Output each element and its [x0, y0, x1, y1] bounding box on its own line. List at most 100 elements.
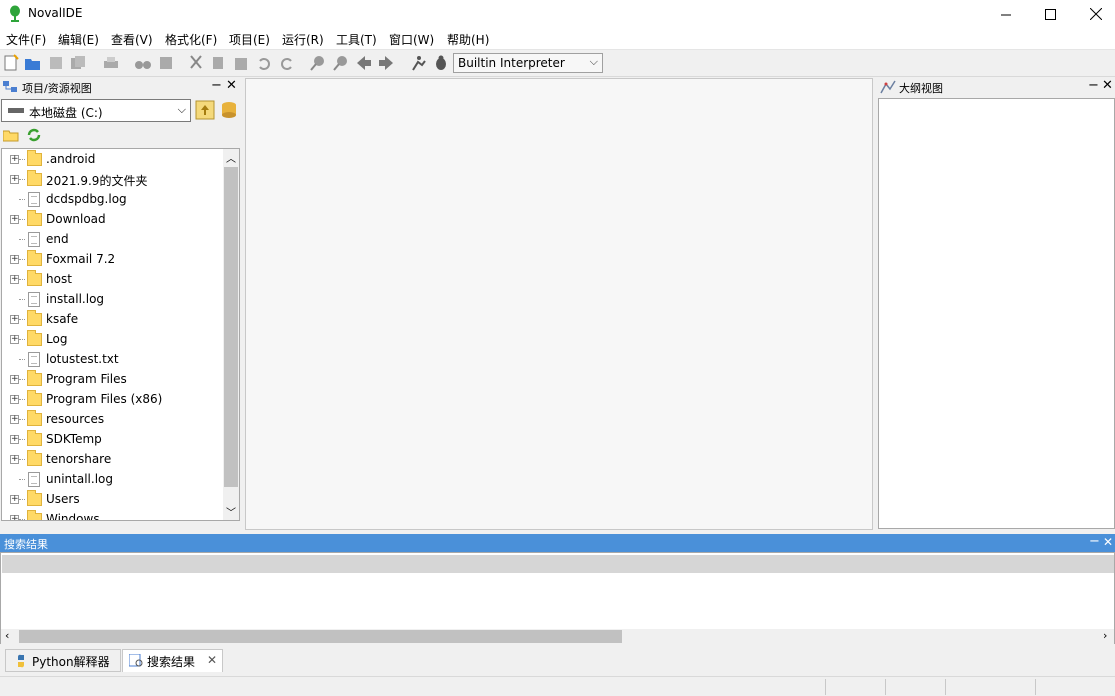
tree-row[interactable]: lotustest.txt — [2, 349, 224, 369]
run-icon[interactable] — [409, 54, 427, 72]
folder-icon — [27, 490, 42, 506]
expand-icon[interactable]: + — [10, 155, 19, 164]
tree-row[interactable]: + Log — [2, 329, 224, 349]
expand-icon[interactable]: + — [10, 515, 19, 520]
tree-row[interactable]: + host — [2, 269, 224, 289]
open-folder-icon[interactable] — [3, 128, 19, 142]
menu-run[interactable]: 运行(R) — [282, 31, 324, 48]
menu-help[interactable]: 帮助(H) — [447, 31, 489, 48]
tree-row[interactable]: + resources — [2, 409, 224, 429]
database-icon[interactable] — [219, 100, 239, 120]
save-icon[interactable] — [47, 54, 65, 72]
debug-icon[interactable] — [432, 54, 450, 72]
tab-search-results[interactable]: 搜索结果 ✕ — [122, 649, 223, 672]
panel-minimize-button[interactable]: − — [1089, 534, 1100, 549]
zoom-in-icon[interactable] — [309, 54, 327, 72]
horizontal-scroll-thumb[interactable] — [19, 630, 622, 643]
scroll-down-icon[interactable]: ﹀ — [226, 504, 236, 519]
tree-row[interactable]: + Users — [2, 489, 224, 509]
find-icon[interactable] — [134, 54, 152, 72]
drive-select[interactable]: 本地磁盘 (C:) ⌵ — [1, 99, 191, 122]
tree-row[interactable]: + Program Files (x86) — [2, 389, 224, 409]
interpreter-select[interactable]: Builtin Interpreter ⌵ — [453, 53, 603, 73]
panel-minimize-button[interactable]: − — [211, 78, 222, 93]
tree-connector — [19, 419, 25, 420]
forward-icon[interactable] — [377, 54, 395, 72]
tree-row[interactable]: + ksafe — [2, 309, 224, 329]
tree-row[interactable]: + .android — [2, 149, 224, 169]
tree-row[interactable]: + SDKTemp — [2, 429, 224, 449]
editor-area[interactable] — [245, 78, 873, 530]
menu-tools[interactable]: 工具(T) — [336, 31, 377, 48]
panel-minimize-button[interactable]: − — [1088, 78, 1099, 93]
tree-scroll-thumb[interactable] — [224, 167, 238, 487]
tree-label: Foxmail 7.2 — [46, 252, 116, 266]
expand-icon[interactable]: + — [10, 255, 19, 264]
tree-row[interactable]: dcdspdbg.log — [2, 189, 224, 209]
menu-view[interactable]: 查看(V) — [111, 31, 153, 48]
tree-row[interactable]: + Foxmail 7.2 — [2, 249, 224, 269]
scroll-right-icon[interactable]: › — [1103, 629, 1107, 642]
menu-project[interactable]: 项目(E) — [229, 31, 270, 48]
new-file-icon[interactable] — [2, 54, 20, 72]
scroll-left-icon[interactable]: ‹ — [5, 629, 9, 642]
tree-connector — [19, 379, 25, 380]
folder-icon — [27, 410, 42, 426]
file-icon — [28, 232, 40, 247]
menu-window[interactable]: 窗口(W) — [389, 31, 434, 48]
tree-connector — [19, 199, 25, 200]
horizontal-scrollbar[interactable]: ‹ › — [1, 629, 1114, 644]
close-button[interactable] — [1073, 0, 1115, 28]
tree-row[interactable]: + Program Files — [2, 369, 224, 389]
zoom-out-icon[interactable] — [332, 54, 350, 72]
search-results-view[interactable]: ‹ › — [0, 552, 1115, 644]
maximize-button[interactable] — [1027, 0, 1073, 28]
tab-python-interpreter[interactable]: Python解释器 — [5, 649, 121, 672]
copy-icon[interactable] — [210, 54, 228, 72]
expand-icon[interactable]: + — [10, 395, 19, 404]
paste-icon[interactable] — [232, 54, 250, 72]
expand-icon[interactable]: + — [10, 495, 19, 504]
open-file-icon[interactable] — [24, 54, 42, 72]
tree-scrollbar[interactable]: ︿ ﹀ — [223, 149, 239, 520]
tree-row[interactable]: +2021.9.9的文件夹 — [2, 169, 224, 189]
expand-icon[interactable]: + — [10, 335, 19, 344]
tree-row[interactable]: + tenorshare — [2, 449, 224, 469]
panel-close-button[interactable]: ✕ — [1102, 78, 1113, 93]
expand-icon[interactable]: + — [10, 455, 19, 464]
menu-file[interactable]: 文件(F) — [6, 31, 46, 48]
scroll-up-icon[interactable]: ︿ — [226, 150, 236, 165]
panel-close-button[interactable]: ✕ — [226, 78, 237, 93]
print-icon[interactable] — [102, 54, 120, 72]
back-icon[interactable] — [355, 54, 373, 72]
find-in-files-icon[interactable] — [157, 54, 175, 72]
tree-row[interactable]: end — [2, 229, 224, 249]
go-up-icon[interactable] — [195, 100, 215, 120]
expand-icon[interactable]: + — [10, 275, 19, 284]
tree-row[interactable]: unintall.log — [2, 469, 224, 489]
tree-row[interactable]: + Windows — [2, 509, 224, 520]
panel-title: 搜索结果 — [4, 538, 48, 551]
tab-close-icon[interactable]: ✕ — [207, 653, 217, 667]
expand-icon[interactable]: + — [10, 415, 19, 424]
menu-edit[interactable]: 编辑(E) — [58, 31, 99, 48]
cut-icon[interactable] — [187, 54, 205, 72]
expand-icon[interactable]: + — [10, 215, 19, 224]
menu-format[interactable]: 格式化(F) — [165, 31, 217, 48]
refresh-icon[interactable] — [26, 127, 42, 143]
tree-row[interactable]: install.log — [2, 289, 224, 309]
undo-icon[interactable] — [255, 54, 273, 72]
save-all-icon[interactable] — [69, 54, 87, 72]
expand-icon[interactable]: + — [10, 175, 19, 184]
outline-view[interactable] — [878, 98, 1115, 529]
expand-icon[interactable]: + — [10, 375, 19, 384]
minimize-button[interactable] — [983, 0, 1029, 28]
tree-row[interactable]: + Download — [2, 209, 224, 229]
panel-close-button[interactable]: ✕ — [1103, 535, 1113, 549]
interpreter-value: Builtin Interpreter — [458, 56, 565, 70]
expand-icon[interactable]: + — [10, 435, 19, 444]
tree-label: Program Files — [46, 372, 127, 386]
redo-icon[interactable] — [278, 54, 296, 72]
expand-icon[interactable]: + — [10, 315, 19, 324]
tab-label: Python解释器 — [32, 655, 110, 669]
